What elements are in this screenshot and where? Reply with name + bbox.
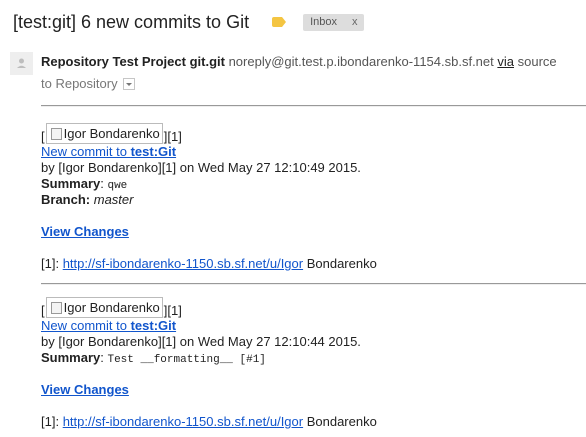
commit-branch: Branch: master <box>41 192 377 208</box>
commit-byline: by [Igor Bondarenko][1] on Wed May 27 12… <box>41 334 361 349</box>
recipient-label: to Repository <box>41 76 118 91</box>
reference-label: [1]: <box>41 414 63 429</box>
author-image-row: [ Igor Bondarenko ][1] <box>41 297 377 318</box>
label-tag-icon[interactable] <box>272 17 287 27</box>
view-changes-link[interactable]: View Changes <box>41 224 129 239</box>
author-image-row: [ Igor Bondarenko ][1] <box>41 123 377 144</box>
bracket-ref: ][1] <box>163 303 182 318</box>
new-commit-link[interactable]: New commit to test:Git <box>41 318 176 333</box>
sender-source: source <box>517 54 557 69</box>
reference-suffix: Bondarenko <box>303 256 377 271</box>
new-commit-link[interactable]: New commit to test:Git <box>41 144 176 159</box>
sender-avatar[interactable] <box>10 52 33 75</box>
sender-email: noreply@git.test.p.ibondarenko-1154.sb.s… <box>228 54 494 69</box>
bracket-open: [ <box>41 303 45 318</box>
summary-value: qwe <box>107 180 128 192</box>
branch-value: master <box>93 192 134 207</box>
author-image-placeholder: Igor Bondarenko <box>45 123 163 144</box>
summary-label: Summary <box>41 350 101 365</box>
divider-top <box>41 105 586 107</box>
divider-middle <box>41 283 586 285</box>
branch-label: Branch: <box>41 192 91 207</box>
broken-image-icon <box>50 301 62 314</box>
repo-name: test:Git <box>130 318 177 333</box>
view-changes-line: View Changes <box>41 382 377 398</box>
author-image-alt: Igor Bondarenko <box>63 126 160 141</box>
inbox-label-text: Inbox <box>310 16 337 28</box>
inbox-label-chip[interactable]: Inbox x <box>303 13 364 31</box>
commit-byline: by [Igor Bondarenko][1] on Wed May 27 12… <box>41 160 361 175</box>
reference-line: [1]: http://sf-ibondarenko-1150.sb.sf.ne… <box>41 256 377 272</box>
view-changes-line: View Changes <box>41 224 377 240</box>
recipient-row: to Repository <box>41 76 135 92</box>
summary-value: Test __formatting__ [#1] <box>107 354 266 366</box>
commit-block-2: [ Igor Bondarenko ][1] New commit to tes… <box>41 297 377 430</box>
reference-url-link[interactable]: http://sf-ibondarenko-1150.sb.sf.net/u/I… <box>63 256 303 271</box>
reference-suffix: Bondarenko <box>303 414 377 429</box>
details-dropdown-icon[interactable] <box>122 78 135 90</box>
remove-label-button[interactable]: x <box>352 16 358 28</box>
subject-row: [test:git] 6 new commits to Git Inbox x <box>13 9 364 35</box>
person-icon <box>17 58 26 68</box>
repo-name: test:Git <box>130 144 177 159</box>
commit-link-line: New commit to test:Git <box>41 318 377 334</box>
commit-link-line: New commit to test:Git <box>41 144 377 160</box>
author-image-placeholder: Igor Bondarenko <box>45 297 163 318</box>
broken-image-icon <box>50 127 62 140</box>
bracket-ref: ][1] <box>163 129 182 144</box>
sender-row: Repository Test Project git.git noreply@… <box>41 54 557 70</box>
reference-url-link[interactable]: http://sf-ibondarenko-1150.sb.sf.net/u/I… <box>63 414 303 429</box>
commit-summary: Summary: Test __formatting__ [#1] <box>41 350 377 366</box>
commit-summary: Summary: qwe <box>41 176 377 192</box>
commit-block-1: [ Igor Bondarenko ][1] New commit to tes… <box>41 123 377 272</box>
bracket-open: [ <box>41 129 45 144</box>
author-image-alt: Igor Bondarenko <box>63 300 160 315</box>
new-commit-link-text: New commit to <box>41 318 131 333</box>
reference-line: [1]: http://sf-ibondarenko-1150.sb.sf.ne… <box>41 414 377 430</box>
email-subject: [test:git] 6 new commits to Git <box>13 11 250 32</box>
summary-label: Summary <box>41 176 101 191</box>
via-link[interactable]: via <box>497 54 514 69</box>
view-changes-link[interactable]: View Changes <box>41 382 129 397</box>
new-commit-link-text: New commit to <box>41 144 131 159</box>
sender-name[interactable]: Repository Test Project git.git <box>41 54 225 69</box>
reference-label: [1]: <box>41 256 63 271</box>
